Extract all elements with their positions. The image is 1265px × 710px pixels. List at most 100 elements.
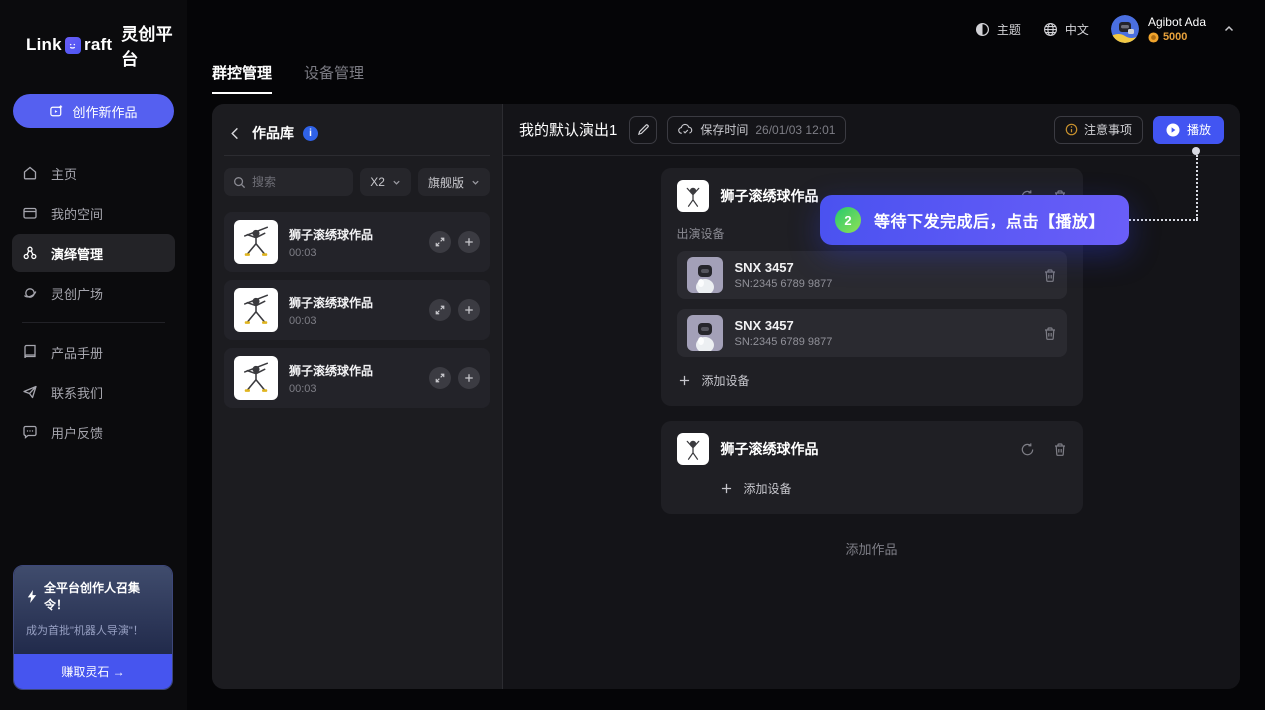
add-device-button[interactable]: 添加设备	[677, 475, 1067, 502]
sidebar-item-plaza[interactable]: 灵创广场	[12, 274, 175, 312]
device-row: SNX 3457 SN:2345 6789 9877	[677, 251, 1067, 299]
top-bar: 主题 中文 Agibot Ada 5000	[187, 0, 1265, 58]
plus-icon	[721, 483, 732, 494]
logo-platform: 灵创平台	[121, 20, 187, 70]
sidebar-item-label: 灵创广场	[51, 284, 103, 303]
device-thumbnail	[687, 315, 723, 351]
sidebar: Linkraft灵创平台 创作新作品 主页 我的空间 演绎管理 灵创广场	[0, 0, 187, 710]
logo: Linkraft灵创平台	[0, 0, 187, 70]
sidebar-item-label: 用户反馈	[51, 423, 103, 442]
sidebar-item-home[interactable]: 主页	[12, 154, 175, 192]
work-title: 狮子滚绣球作品	[289, 226, 418, 243]
sidebar-item-label: 产品手册	[51, 343, 103, 362]
theme-label: 主题	[997, 21, 1021, 38]
library-controls: X2 旗舰版	[212, 156, 502, 208]
tab-device-management[interactable]: 设备管理	[304, 62, 364, 94]
sidebar-nav: 主页 我的空间 演绎管理 灵创广场 产品手册 联系我们	[0, 154, 187, 451]
connector-line-vertical	[1196, 155, 1198, 219]
earn-gems-button[interactable]: 赚取灵石 →	[14, 654, 172, 689]
sidebar-item-contact-us[interactable]: 联系我们	[12, 373, 175, 411]
main-panel: 作品库 i X2 旗舰版	[212, 104, 1240, 689]
show-card-title: 狮子滚绣球作品	[721, 439, 1008, 459]
theme-icon	[975, 22, 990, 37]
add-work-to-stage-button[interactable]	[458, 299, 480, 321]
work-thumbnail	[234, 356, 278, 400]
sidebar-item-product-manual[interactable]: 产品手册	[12, 333, 175, 371]
rename-show-button[interactable]	[629, 116, 657, 144]
sidebar-item-label: 联系我们	[51, 383, 103, 402]
show-title: 我的默认演出1	[519, 119, 617, 140]
language-switcher[interactable]: 中文	[1043, 21, 1089, 38]
work-list-item[interactable]: 狮子滚绣球作品 00:03	[224, 348, 490, 408]
sidebar-item-label: 主页	[51, 164, 77, 183]
device-thumbnail	[687, 257, 723, 293]
device-serial: SN:2345 6789 9877	[735, 278, 833, 290]
works-library-panel: 作品库 i X2 旗舰版	[212, 104, 503, 689]
trash-icon[interactable]	[1053, 442, 1067, 457]
refresh-icon[interactable]	[1020, 442, 1035, 457]
device-name: SNX 3457	[735, 318, 833, 333]
notice-label: 注意事项	[1084, 121, 1132, 138]
save-status-pill: 保存时间 26/01/03 12:01	[667, 116, 846, 144]
add-work-button[interactable]: 添加作品	[845, 539, 897, 558]
promo-banner-subtitle: 成为首批"机器人导演"！	[26, 622, 160, 638]
warning-info-icon	[1065, 123, 1078, 136]
work-duration: 00:03	[289, 383, 418, 395]
edition-filter-value: 旗舰版	[428, 174, 464, 191]
theme-toggle[interactable]: 主题	[975, 21, 1021, 38]
show-card-thumbnail	[677, 180, 709, 212]
coin-balance: 5000	[1163, 31, 1187, 43]
expand-work-button[interactable]	[429, 299, 451, 321]
user-menu[interactable]: Agibot Ada 5000	[1111, 15, 1235, 43]
trash-icon[interactable]	[1043, 326, 1057, 341]
show-card: 狮子滚绣球作品 添加设备	[661, 421, 1083, 514]
edition-filter-dropdown[interactable]: 旗舰版	[418, 168, 490, 196]
sidebar-item-my-space[interactable]: 我的空间	[12, 194, 175, 232]
speed-filter-value: X2	[370, 175, 385, 189]
notice-button[interactable]: 注意事项	[1054, 116, 1143, 144]
promo-banner-title: 全平台创作人召集令！	[44, 579, 160, 613]
speed-filter-dropdown[interactable]: X2	[360, 168, 411, 196]
work-list-item[interactable]: 狮子滚绣球作品 00:03	[224, 280, 490, 340]
work-title: 狮子滚绣球作品	[289, 362, 418, 379]
lightning-icon	[26, 590, 38, 603]
user-name: Agibot Ada	[1148, 15, 1206, 29]
cloud-save-icon	[678, 123, 693, 136]
play-button[interactable]: 播放	[1153, 116, 1224, 144]
promo-banner-body: 全平台创作人召集令！ 成为首批"机器人导演"！	[14, 566, 172, 654]
book-icon	[22, 344, 38, 360]
chevron-up-icon[interactable]	[1223, 23, 1235, 35]
sidebar-item-performance-management[interactable]: 演绎管理	[12, 234, 175, 272]
work-thumbnail	[234, 220, 278, 264]
plus-icon	[679, 375, 690, 386]
add-work-to-stage-button[interactable]	[458, 231, 480, 253]
work-list-item[interactable]: 狮子滚绣球作品 00:03	[224, 212, 490, 272]
search-input[interactable]	[252, 175, 326, 189]
onboarding-tooltip: 2 等待下发完成后，点击【播放】	[820, 195, 1129, 245]
chevron-down-icon	[392, 178, 401, 187]
sidebar-item-label: 我的空间	[51, 204, 103, 223]
add-work-to-stage-button[interactable]	[458, 367, 480, 389]
sidebar-divider	[22, 322, 165, 323]
app-root: Linkraft灵创平台 创作新作品 主页 我的空间 演绎管理 灵创广场	[0, 0, 1265, 710]
search-icon	[233, 176, 246, 189]
trash-icon[interactable]	[1043, 268, 1057, 283]
add-device-button[interactable]: 添加设备	[677, 367, 1067, 394]
feedback-bubble-icon	[22, 424, 38, 440]
back-arrow-icon[interactable]	[228, 126, 243, 141]
cluster-icon	[22, 245, 38, 261]
sidebar-item-user-feedback[interactable]: 用户反馈	[12, 413, 175, 451]
search-box	[224, 168, 353, 196]
show-card-thumbnail	[677, 433, 709, 465]
tab-group-control[interactable]: 群控管理	[212, 62, 272, 94]
add-device-label: 添加设备	[744, 480, 792, 497]
library-info-icon[interactable]: i	[303, 126, 318, 141]
create-new-work-button[interactable]: 创作新作品	[13, 94, 174, 128]
work-duration: 00:03	[289, 315, 418, 327]
step-badge: 2	[835, 207, 861, 233]
main-tabs: 群控管理 设备管理	[212, 62, 364, 94]
pencil-icon	[637, 123, 650, 136]
library-title: 作品库	[252, 123, 294, 143]
expand-work-button[interactable]	[429, 231, 451, 253]
expand-work-button[interactable]	[429, 367, 451, 389]
